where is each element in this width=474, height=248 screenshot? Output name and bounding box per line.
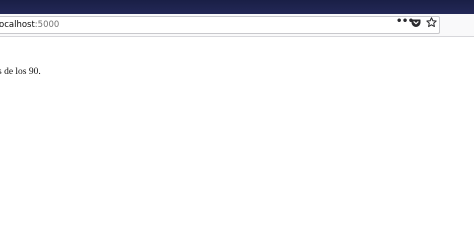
url-host: ocalhost: [0, 20, 35, 30]
url-text[interactable]: ocalhost:5000: [0, 19, 59, 31]
navigation-toolbar: ocalhost:5000 •••: [0, 14, 474, 37]
url-port: :5000: [34, 20, 60, 30]
more-horizontal-icon[interactable]: •••: [396, 17, 414, 27]
pocket-icon[interactable]: [411, 18, 421, 28]
page-text: s de los 90.: [0, 67, 41, 77]
star-icon[interactable]: [426, 17, 437, 28]
window-titlebar: [0, 0, 474, 14]
url-bar[interactable]: ocalhost:5000: [0, 16, 440, 34]
